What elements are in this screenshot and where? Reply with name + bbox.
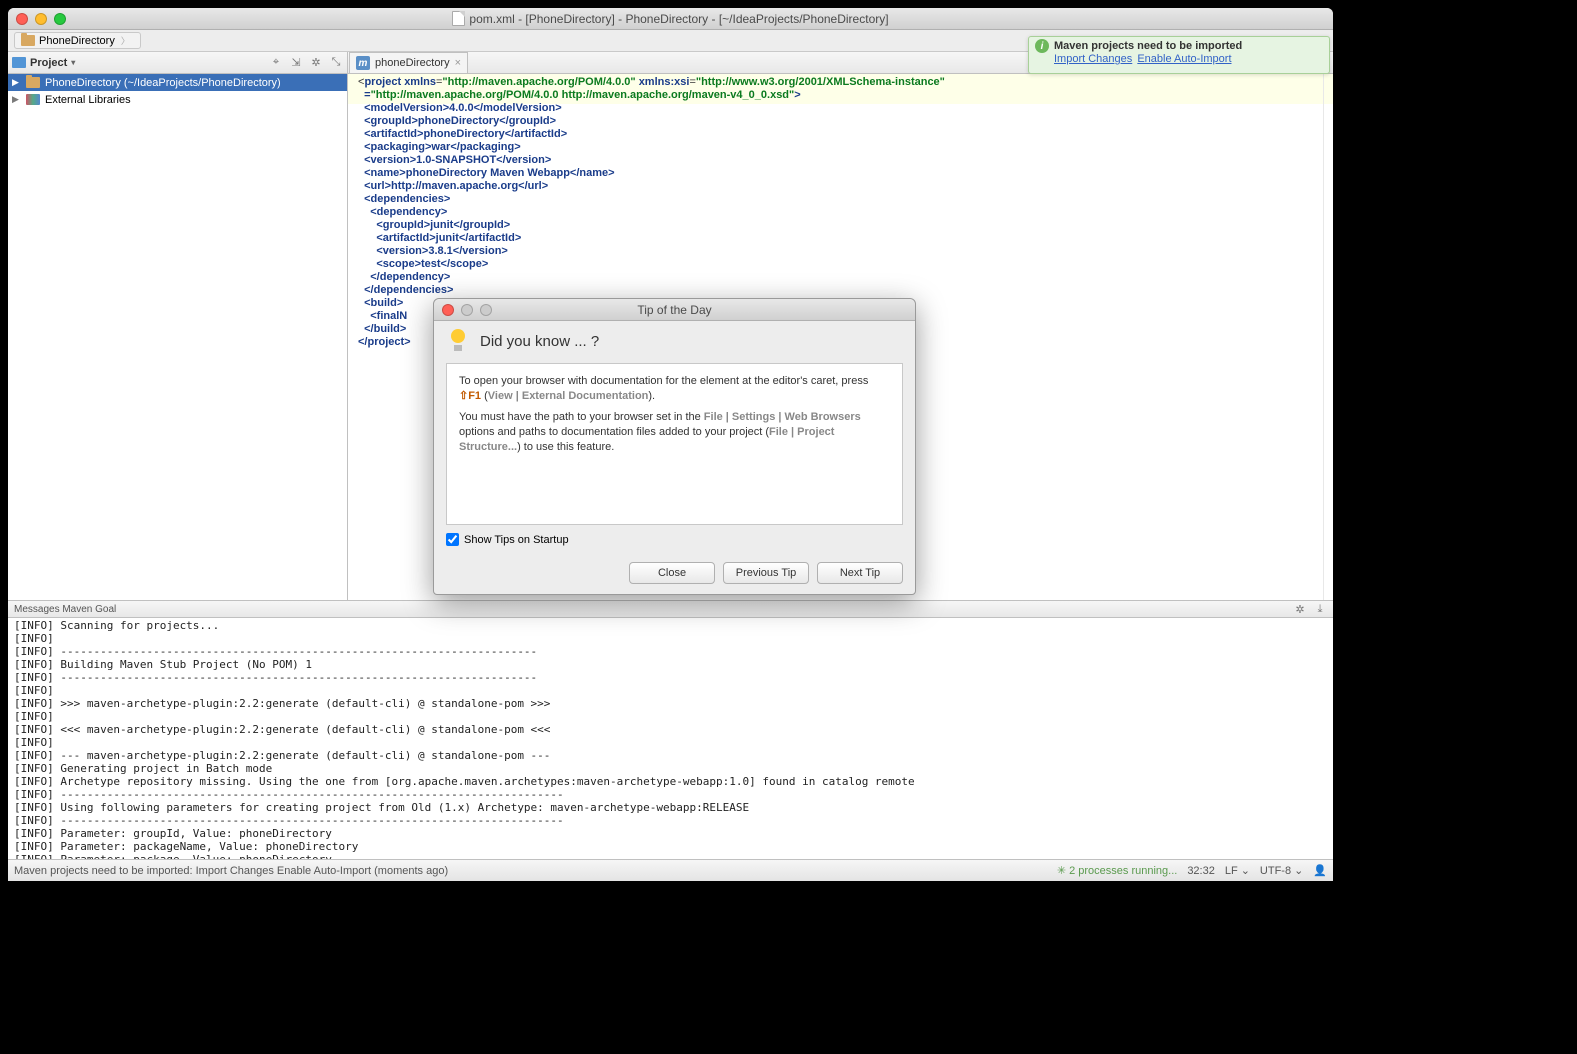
- close-icon[interactable]: ×: [455, 57, 461, 69]
- enable-auto-import-link[interactable]: Enable Auto-Import: [1137, 53, 1231, 65]
- editor-tab[interactable]: m phoneDirectory ×: [349, 52, 468, 73]
- lightbulb-icon: [446, 329, 470, 353]
- checkbox-input[interactable]: [446, 533, 459, 546]
- messages-output[interactable]: [INFO] Scanning for projects... [INFO] […: [8, 618, 1333, 859]
- messages-panel-header[interactable]: Messages Maven Goal ✲ ⤓: [8, 600, 1333, 618]
- project-panel-label: Project: [30, 57, 67, 69]
- tree-item-project-root[interactable]: ▶ PhoneDirectory (~/IdeaProjects/PhoneDi…: [8, 74, 347, 91]
- line-separator[interactable]: LF ⌄: [1225, 864, 1250, 877]
- file-icon: [452, 11, 465, 26]
- processes-running[interactable]: ✳ 2 processes running...: [1057, 864, 1177, 877]
- breadcrumb-item[interactable]: PhoneDirectory 〉: [14, 32, 141, 49]
- expand-arrow-icon[interactable]: ▶: [12, 77, 21, 88]
- maven-import-notification: i Maven projects need to be imported Imp…: [1028, 36, 1330, 74]
- project-panel-header[interactable]: Project ▾ ⌖ ⇲ ✲ ⤡: [8, 52, 348, 73]
- cursor-position[interactable]: 32:32: [1187, 865, 1215, 877]
- dialog-titlebar[interactable]: Tip of the Day: [434, 299, 915, 321]
- keyboard-shortcut: ⇧F1: [459, 390, 481, 402]
- chevron-down-icon[interactable]: ▾: [71, 58, 75, 67]
- tab-label: phoneDirectory: [375, 57, 450, 69]
- hide-panel-icon[interactable]: ⤡: [329, 56, 343, 70]
- gear-icon[interactable]: ✲: [309, 56, 323, 70]
- folder-icon: [26, 77, 40, 88]
- previous-tip-button[interactable]: Previous Tip: [723, 562, 809, 584]
- tree-item-external-libraries[interactable]: ▶ External Libraries: [8, 91, 347, 108]
- notification-title: Maven projects need to be imported: [1054, 40, 1242, 52]
- folder-icon: [21, 35, 35, 46]
- collapse-all-icon[interactable]: ⇲: [289, 56, 303, 70]
- maven-icon: m: [356, 56, 370, 70]
- traffic-lights: [8, 13, 66, 25]
- error-stripe[interactable]: [1323, 74, 1333, 600]
- close-window-icon[interactable]: [16, 13, 28, 25]
- minimize-window-icon[interactable]: [35, 13, 47, 25]
- tip-content: To open your browser with documentation …: [446, 363, 903, 525]
- scroll-to-source-icon[interactable]: ⌖: [269, 56, 283, 70]
- project-icon: [12, 57, 26, 68]
- inspection-indicator-icon[interactable]: 👤: [1313, 864, 1327, 877]
- gear-icon[interactable]: ✲: [1293, 602, 1307, 616]
- dialog-title: Tip of the Day: [434, 303, 915, 317]
- tree-label: PhoneDirectory (~/IdeaProjects/PhoneDire…: [45, 77, 281, 89]
- show-tips-checkbox[interactable]: Show Tips on Startup: [446, 533, 569, 546]
- zoom-window-icon[interactable]: [54, 13, 66, 25]
- status-message: Maven projects need to be imported: Impo…: [14, 865, 448, 877]
- messages-title: Messages Maven Goal: [14, 604, 116, 615]
- tip-of-the-day-dialog: Tip of the Day Did you know ... ? To ope…: [433, 298, 916, 595]
- dialog-heading: Did you know ... ?: [446, 329, 903, 353]
- hide-panel-icon[interactable]: ⤓: [1313, 602, 1327, 616]
- spinner-icon: ✳: [1057, 864, 1066, 877]
- ide-window: pom.xml - [PhoneDirectory] - PhoneDirect…: [8, 8, 1333, 881]
- status-bar: Maven projects need to be imported: Impo…: [8, 859, 1333, 881]
- titlebar[interactable]: pom.xml - [PhoneDirectory] - PhoneDirect…: [8, 8, 1333, 30]
- expand-arrow-icon[interactable]: ▶: [12, 94, 21, 105]
- tree-label: External Libraries: [45, 94, 131, 106]
- import-changes-link[interactable]: Import Changes: [1054, 53, 1132, 65]
- close-button[interactable]: Close: [629, 562, 715, 584]
- library-icon: [26, 94, 40, 105]
- project-tree[interactable]: ▶ PhoneDirectory (~/IdeaProjects/PhoneDi…: [8, 74, 348, 600]
- file-encoding[interactable]: UTF-8 ⌄: [1260, 864, 1303, 877]
- chevron-right-icon: 〉: [121, 34, 130, 47]
- window-title: pom.xml - [PhoneDirectory] - PhoneDirect…: [8, 11, 1333, 26]
- info-icon: i: [1035, 39, 1049, 53]
- next-tip-button[interactable]: Next Tip: [817, 562, 903, 584]
- breadcrumb-label: PhoneDirectory: [39, 35, 115, 47]
